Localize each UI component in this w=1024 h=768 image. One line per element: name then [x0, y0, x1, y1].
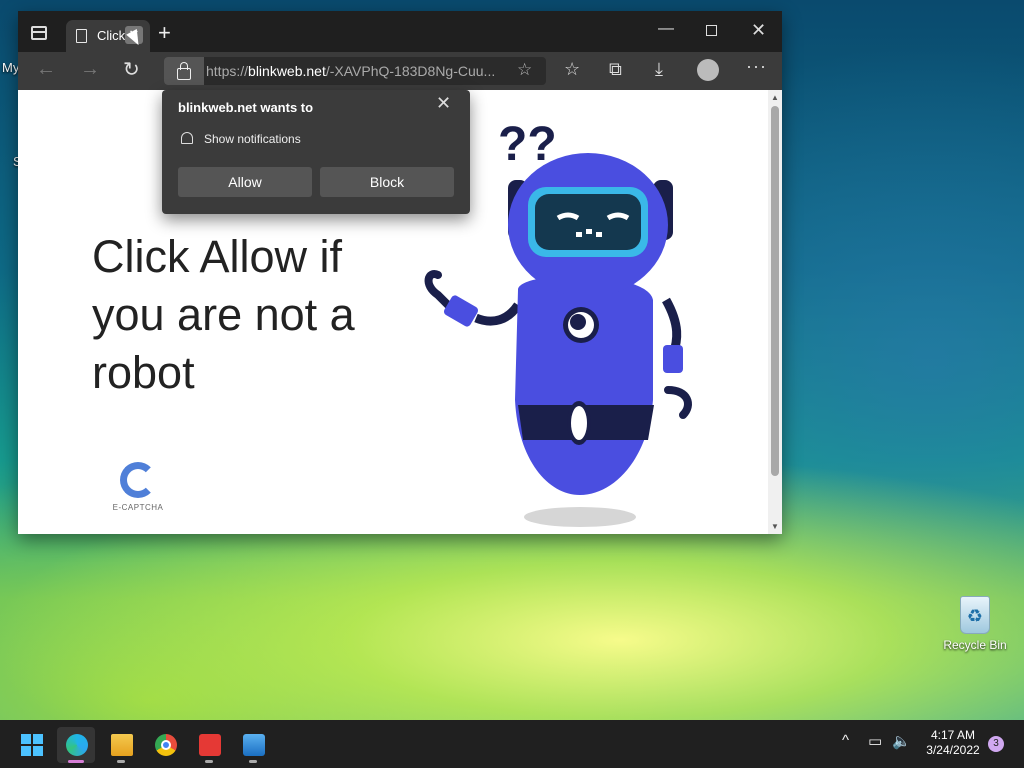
url-domain: blinkweb.net — [248, 63, 326, 79]
refresh-button[interactable]: ↻ — [123, 57, 140, 82]
page-scrollbar[interactable]: ▲ ▼ — [768, 90, 782, 534]
chrome-icon[interactable] — [146, 727, 184, 763]
title-bar: Click ✕ + — ✕ — [18, 11, 782, 52]
notification-badge[interactable]: 3 — [988, 736, 1004, 752]
clock-date: 3/24/2022 — [926, 743, 980, 757]
desktop-icon-label[interactable]: My — [2, 60, 19, 75]
more-menu-button[interactable]: ··· — [746, 56, 767, 77]
photos-icon[interactable] — [234, 727, 272, 763]
taskbar: ^ ▭ 🔈 4:17 AM 3/24/2022 3 — [0, 720, 1024, 768]
recycle-bin[interactable]: ♻ Recycle Bin — [942, 596, 1008, 652]
profile-icon[interactable] — [697, 59, 719, 81]
favorites-icon[interactable]: ☆ — [564, 59, 580, 80]
permission-label: Show notifications — [204, 132, 301, 146]
recycle-bin-icon: ♻ — [960, 596, 990, 634]
clock[interactable]: 4:17 AM 3/24/2022 — [920, 728, 986, 758]
prompt-title: blinkweb.net wants to — [178, 100, 314, 115]
clock-time: 4:17 AM — [930, 728, 976, 742]
lock-icon[interactable] — [164, 57, 204, 85]
file-explorer-icon[interactable] — [102, 727, 140, 763]
close-window-button[interactable]: ✕ — [751, 20, 766, 41]
network-icon[interactable]: ▭ — [868, 732, 882, 750]
address-bar[interactable]: https://blinkweb.net/-XAVPhQ-183D8Ng-Cuu… — [164, 57, 546, 85]
tab-title: Click — [97, 28, 125, 43]
volume-icon[interactable]: 🔈 — [892, 732, 911, 750]
block-button[interactable]: Block — [320, 167, 454, 197]
page-icon — [76, 29, 87, 43]
minimize-button[interactable]: — — [658, 20, 674, 38]
url-prefix: https:// — [206, 63, 249, 79]
recycle-bin-label: Recycle Bin — [943, 638, 1007, 652]
maximize-button[interactable] — [706, 25, 717, 36]
bell-icon — [181, 132, 193, 144]
robot-shadow — [524, 507, 636, 527]
downloads-icon[interactable]: ⤓ — [655, 59, 663, 80]
tab-actions-icon[interactable] — [31, 26, 47, 40]
new-tab-button[interactable]: + — [158, 20, 171, 46]
url-text[interactable]: https://blinkweb.net/-XAVPhQ-183D8Ng-Cuu… — [206, 63, 498, 79]
tray-overflow-button[interactable]: ^ — [842, 732, 849, 749]
notification-permission-prompt: blinkweb.net wants to ✕ Show notificatio… — [162, 90, 470, 214]
favorite-add-icon[interactable]: ☆ — [517, 60, 532, 80]
collections-icon[interactable]: ⧉ — [609, 59, 622, 80]
scroll-down-icon[interactable]: ▼ — [771, 522, 779, 531]
prompt-close-button[interactable]: ✕ — [436, 93, 451, 114]
back-button[interactable]: ← — [36, 58, 56, 81]
start-icon[interactable] — [14, 727, 52, 763]
app-icon[interactable] — [190, 727, 228, 763]
captcha-logo: E-CAPTCHA — [98, 462, 178, 512]
captcha-logo-text: E-CAPTCHA — [112, 503, 164, 512]
forward-button[interactable]: → — [80, 58, 100, 81]
captcha-logo-icon — [120, 462, 156, 498]
url-path: /-XAVPhQ-183D8Ng-Cuu... — [325, 63, 496, 79]
scroll-thumb[interactable] — [771, 106, 779, 476]
allow-button[interactable]: Allow — [178, 167, 312, 197]
edge-icon[interactable] — [57, 727, 95, 763]
browser-toolbar: ← → ↻ https://blinkweb.net/-XAVPhQ-183D8… — [18, 52, 782, 90]
page-headline: Click Allow if you are not a robot — [92, 231, 355, 398]
scroll-up-icon[interactable]: ▲ — [771, 93, 779, 102]
